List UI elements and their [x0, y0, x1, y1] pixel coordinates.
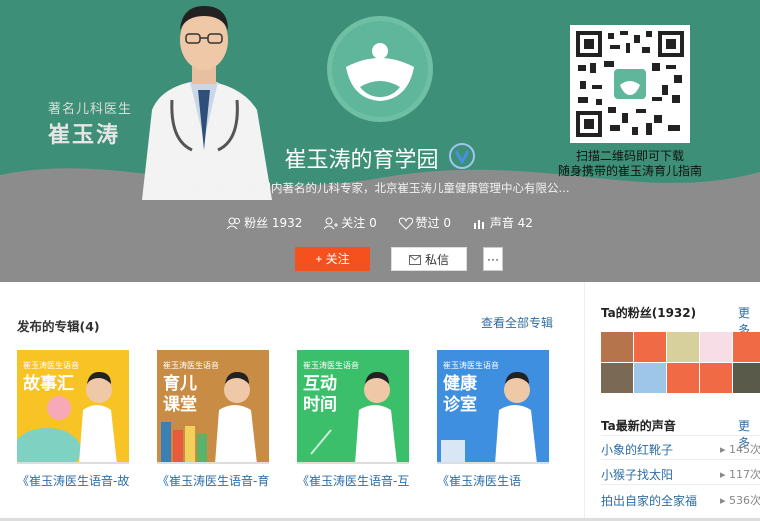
album-cover[interactable]: 崔玉涛医生语音 健康诊室: [437, 350, 549, 464]
album-cover[interactable]: 崔玉涛医生语音 互动时间: [297, 350, 409, 464]
album-card[interactable]: 崔玉涛医生语音 健康诊室 《崔玉涛医生语: [437, 350, 549, 489]
message-button[interactable]: 私信: [391, 247, 467, 271]
fan-avatar[interactable]: [601, 363, 633, 393]
album-card[interactable]: 崔玉涛医生语音 育儿课堂 《崔玉涛医生语音-育: [157, 350, 269, 489]
qr-caption-line1: 扫描二维码即可下载: [575, 149, 684, 163]
fan-avatar[interactable]: [733, 363, 760, 393]
stat-likes[interactable]: 赞过 0: [398, 214, 451, 231]
track-play-count: ▸ 117次: [720, 468, 760, 481]
track-title[interactable]: 拍出自家的全家福: [601, 494, 697, 508]
fan-avatar[interactable]: [700, 363, 732, 393]
stat-sounds-label: 声音 42: [489, 216, 533, 230]
track-item[interactable]: 小象的红靴子 ▸ 145次: [601, 441, 760, 458]
fans-icon: [226, 217, 241, 230]
sound-bars-icon: [473, 220, 484, 229]
fan-avatar[interactable]: [667, 363, 699, 393]
album-card[interactable]: 崔玉涛医生语音 互动时间 《崔玉涛医生语音-互: [297, 350, 409, 489]
album-title[interactable]: 《崔玉涛医生语音-故: [17, 472, 135, 489]
right-sidebar: Ta的粉丝(1932) 更多 Ta最新的声音 更多 小象的红靴子 ▸ 145次 …: [584, 282, 760, 521]
track-play-count: ▸ 536次: [720, 494, 760, 507]
view-all-albums-link[interactable]: 查看全部专辑: [481, 314, 553, 331]
album-cover-art: [161, 372, 257, 462]
message-button-label: 私信: [424, 253, 449, 267]
divider: [601, 484, 760, 485]
follow-button-label: 关注: [325, 252, 350, 266]
logo-icon: [346, 43, 414, 101]
stat-fans[interactable]: 粉丝 1932: [226, 214, 303, 231]
qr-caption: 扫描二维码即可下载 随身携带的崔玉涛育儿指南: [545, 149, 715, 179]
profile-banner: 著名儿科医生 崔玉涛 崔玉涛的育学园 崔玉涛医生是国内著名的儿科专家，北京崔玉涛…: [0, 0, 760, 282]
album-card[interactable]: 崔玉涛医生语音 故事汇 《崔玉涛医生语音-故: [17, 350, 129, 489]
profile-description: 崔玉涛医生是国内著名的儿科专家，北京崔玉涛儿童健康管理中心有限公...: [190, 181, 570, 195]
stat-following-label: 关注 0: [341, 216, 377, 230]
latest-sounds-heading: Ta最新的声音: [601, 419, 676, 433]
fan-avatar[interactable]: [700, 332, 732, 362]
page-title: 崔玉涛的育学园: [284, 148, 439, 173]
track-item[interactable]: 拍出自家的全家福 ▸ 536次: [601, 492, 760, 509]
heart-icon: [398, 217, 413, 230]
stat-following[interactable]: 关注 0: [323, 214, 377, 231]
qr-code: [570, 25, 690, 143]
album-title[interactable]: 《崔玉涛医生语音-互: [297, 472, 415, 489]
divider: [601, 435, 760, 436]
album-cover-art: [310, 372, 397, 462]
album-cover-art: [441, 372, 537, 462]
verified-badge-icon: [448, 143, 476, 173]
more-options-button[interactable]: ···: [483, 247, 503, 271]
album-title[interactable]: 《崔玉涛医生语音-育: [157, 472, 275, 489]
doctor-subtitle: 著名儿科医生: [48, 102, 133, 117]
album-cover-art: [17, 372, 117, 462]
track-title[interactable]: 小象的红靴子: [601, 443, 673, 457]
fans-heading: Ta的粉丝(1932): [601, 306, 697, 320]
album-cover[interactable]: 崔玉涛医生语音 育儿课堂: [157, 350, 269, 464]
content-area: 发布的专辑(4) 查看全部专辑 崔玉涛医生语音 故事汇 《崔玉涛医生语音-故 崔…: [0, 282, 760, 521]
albums-heading: 发布的专辑(4): [17, 319, 100, 334]
album-title[interactable]: 《崔玉涛医生语: [437, 472, 555, 489]
follow-button[interactable]: + 关注: [295, 247, 370, 271]
envelope-icon: [408, 255, 421, 265]
stat-sounds[interactable]: 声音 42: [473, 214, 533, 231]
stat-fans-label: 粉丝 1932: [244, 216, 303, 230]
track-play-count: ▸ 145次: [720, 443, 760, 456]
stat-likes-label: 赞过 0: [415, 216, 451, 230]
fan-avatar[interactable]: [667, 332, 699, 362]
profile-stats: 粉丝 1932 关注 0 赞过 0 声音 42: [0, 214, 760, 231]
album-cover[interactable]: 崔玉涛医生语音 故事汇: [17, 350, 129, 464]
fan-avatar[interactable]: [601, 332, 633, 362]
qr-caption-line2: 随身携带的崔玉涛育儿指南: [557, 164, 702, 178]
fan-avatar[interactable]: [634, 363, 666, 393]
track-title[interactable]: 小猴子找太阳: [601, 468, 673, 482]
track-item[interactable]: 小猴子找太阳 ▸ 117次: [601, 466, 760, 483]
fan-avatar[interactable]: [634, 332, 666, 362]
divider: [601, 459, 760, 460]
fan-avatar[interactable]: [733, 332, 760, 362]
app-logo: [327, 16, 433, 122]
add-user-icon: [323, 217, 339, 230]
plus-icon: +: [315, 252, 326, 266]
